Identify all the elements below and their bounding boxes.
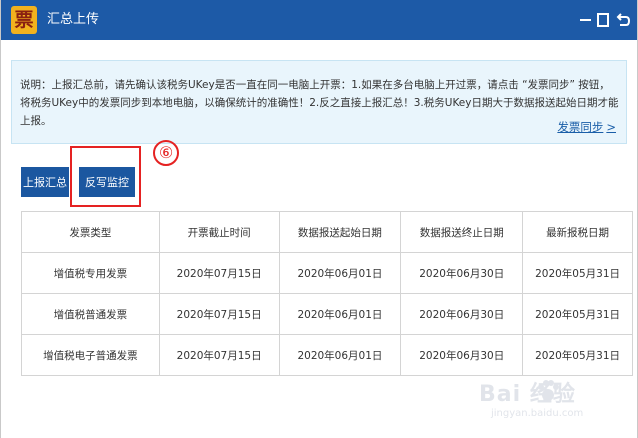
minimize-button[interactable] (575, 9, 595, 31)
back-close-button[interactable] (613, 9, 633, 31)
back-close-icon (616, 13, 630, 26)
cell-invoice-type: 增值税电子普通发票 (21, 334, 160, 376)
watermark-brand: Bai 经验 (479, 382, 576, 407)
report-summary-button[interactable]: 上报汇总 (21, 167, 69, 197)
table-row: 增值税专用发票 2020年07月15日 2020年06月01日 2020年06月… (21, 252, 633, 294)
invoice-sync-link[interactable]: 发票同步 > (557, 119, 616, 135)
notice-panel: 说明：上报汇总前，请先确认该税务UKey是否一直在同一电脑上开票：1.如果在多台… (11, 60, 627, 144)
title-bar: 票 汇总上传 (1, 0, 637, 40)
notice-text: 说明：上报汇总前，请先确认该税务UKey是否一直在同一电脑上开票：1.如果在多台… (20, 79, 619, 127)
upload-summary-window: 票 汇总上传 说明：上报汇总前，请先确认该税务UKey是否一直在同一电脑上开票：… (0, 0, 638, 438)
table-header-row: 发票类型 开票截止时间 数据报送起始日期 数据报送终止日期 最新报税日期 (21, 211, 633, 253)
header-latest-tax-date: 最新报税日期 (522, 211, 633, 253)
cell-issue-deadline: 2020年07月15日 (158, 293, 280, 335)
paw-icon (538, 380, 559, 401)
header-issue-deadline: 开票截止时间 (158, 211, 280, 253)
cell-report-end: 2020年06月30日 (400, 293, 524, 335)
cell-report-end: 2020年06月30日 (400, 252, 524, 294)
restore-button[interactable] (593, 9, 613, 31)
cell-issue-deadline: 2020年07月15日 (158, 334, 280, 376)
cell-latest-tax-date: 2020年05月31日 (522, 293, 633, 335)
header-invoice-type: 发票类型 (21, 211, 160, 253)
window-title: 汇总上传 (47, 12, 100, 27)
cell-invoice-type: 增值税普通发票 (21, 293, 160, 335)
annotation-highlight-box (70, 146, 141, 207)
invoice-logo-icon: 票 (11, 6, 37, 34)
table-row: 增值税电子普通发票 2020年07月15日 2020年06月01日 2020年0… (21, 334, 633, 376)
chevron-right-icon: > (606, 120, 616, 134)
cell-invoice-type: 增值税专用发票 (21, 252, 160, 294)
table-row: 增值税普通发票 2020年07月15日 2020年06月01日 2020年06月… (21, 293, 633, 335)
invoice-table: 发票类型 开票截止时间 数据报送起始日期 数据报送终止日期 最新报税日期 增值税… (21, 211, 633, 376)
header-report-end: 数据报送终止日期 (400, 211, 524, 253)
cell-latest-tax-date: 2020年05月31日 (522, 252, 633, 294)
baidu-jingyan-watermark: Bai 经验 jingyan.baidu.com (479, 376, 625, 428)
invoice-sync-label: 发票同步 (557, 120, 604, 134)
header-report-start: 数据报送起始日期 (278, 211, 402, 253)
cell-report-start: 2020年06月01日 (278, 334, 402, 376)
logo-char: 票 (14, 8, 34, 31)
cell-report-end: 2020年06月30日 (400, 334, 524, 376)
minimize-icon (579, 19, 591, 21)
cell-report-start: 2020年06月01日 (278, 252, 402, 294)
cell-latest-tax-date: 2020年05月31日 (522, 334, 633, 376)
cell-issue-deadline: 2020年07月15日 (158, 252, 280, 294)
cell-report-start: 2020年06月01日 (278, 293, 402, 335)
watermark-url: jingyan.baidu.com (491, 408, 584, 419)
annotation-step-marker: ⑥ (153, 140, 179, 166)
restore-icon (597, 13, 609, 27)
